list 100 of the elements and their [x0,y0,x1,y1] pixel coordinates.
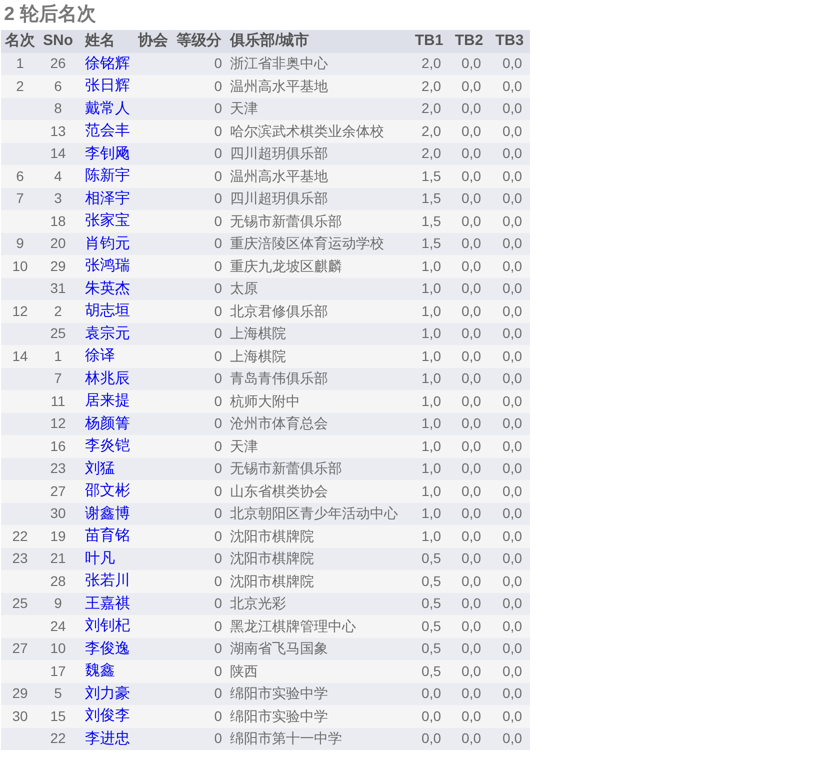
player-link[interactable]: 苗育铭 [85,527,130,544]
table-cell-text: 0,0 [460,302,482,321]
table-cell-text: 0,0 [502,436,523,456]
table-cell-text: 0 [213,706,223,726]
table-cell-text: 沈阳市棋牌院 [229,549,315,568]
player-link[interactable]: 胡志垣 [85,302,130,319]
table-cell-text: 25 [11,594,29,614]
player-link[interactable]: 张若川 [85,572,130,589]
player-link[interactable]: 邵文彬 [85,482,130,499]
player-link[interactable]: 魏鑫 [85,662,115,679]
table-cell-text: 14 [49,144,67,164]
player-link[interactable]: 张鸿瑞 [85,257,130,274]
player-link[interactable]: 刘力豪 [85,684,130,702]
table-cell-text: 0,0 [460,324,482,344]
table-cell-text: 1 [53,346,63,366]
table-cell-text: 0,5 [420,616,442,636]
table-cell-text: 9 [15,234,25,254]
player-link[interactable]: 刘俊李 [85,707,130,724]
table-cell-text: 绵阳市实验中学 [229,684,329,704]
player-link[interactable]: 李俊逸 [85,640,130,656]
table-cell-text: 1,0 [420,414,442,434]
player-link[interactable]: 居来提 [85,392,130,409]
table-cell-text: 0,0 [502,706,523,726]
table-cell-text: 0,0 [460,144,482,164]
table-cell-text: 0,0 [502,572,523,591]
table-cell-text: 0 [213,639,223,658]
player-link[interactable]: 林兆辰 [85,370,130,386]
table-cell-text: 1,0 [420,279,442,298]
table-cell-text: 0,0 [460,504,482,524]
player-link[interactable]: 朱英杰 [85,280,130,296]
player-link[interactable]: 徐铭辉 [85,54,130,72]
table-cell-text: 3 [53,189,63,208]
table-cell-text: 10 [11,256,29,276]
table-cell-text: 25 [49,324,67,344]
player-link[interactable]: 刘猛 [85,460,115,476]
table-cell-text: 天津 [229,436,259,456]
table-cell-text: 0,0 [460,662,482,681]
table-cell-text: 0,0 [460,99,482,118]
player-link[interactable]: 李进忠 [85,730,130,746]
table-cell-text: 0,5 [420,594,442,614]
table-cell-text: 0 [213,54,223,74]
table-cell-text: 0 [213,684,223,704]
table-cell-text: 0 [213,504,223,524]
table-cell-text: 0 [213,234,223,254]
table-cell-text: 30 [49,504,67,524]
table-cell-text: 0,0 [460,212,482,231]
player-link[interactable]: 李炎铠 [85,437,130,454]
player-link[interactable]: 杨颜箐 [85,414,130,432]
player-link[interactable]: 肖钧元 [85,234,130,252]
table-cell-text: 11 [50,392,66,411]
table-cell-text: 12 [49,414,67,434]
table-cell-text: 0,0 [460,616,482,636]
table-cell-text: 0 [213,729,223,748]
player-link[interactable]: 叶凡 [85,550,115,566]
table-cell-text: 13 [49,122,67,141]
player-link[interactable]: 徐译 [85,347,115,364]
table-cell-text: 0,5 [420,549,442,568]
table-cell-text: 青岛青伟俱乐部 [229,369,329,388]
table-cell-text: 沈阳市棋牌院 [229,572,315,591]
player-link[interactable]: 陈新宇 [85,167,130,184]
table-cell-text: 无锡市新蕾俱乐部 [229,459,343,478]
table-cell-text: 杭师大附中 [229,392,301,411]
player-link[interactable]: 张家宝 [85,212,130,229]
table-cell-text: 无锡市新蕾俱乐部 [229,212,343,231]
player-link[interactable]: 戴常人 [85,100,130,116]
table-cell-text: 0,0 [502,54,523,74]
column-header: 协会 [137,31,169,51]
table-cell-text: 绵阳市实验中学 [229,706,329,726]
table-cell-text: 0,0 [502,504,523,524]
table-cell-text: 0,0 [502,684,523,704]
table-cell-text: 北京朝阳区青少年活动中心 [229,504,399,524]
player-link[interactable]: 李钊飏 [85,144,130,162]
table-cell-text: 1,0 [420,436,442,456]
table-cell-text: 0 [213,369,223,388]
table-cell-text: 四川超玥俱乐部 [229,144,329,164]
table-cell-text: 0,0 [502,76,523,96]
table-cell-text: 0 [213,572,223,591]
player-link[interactable]: 谢鑫博 [85,504,130,522]
player-link[interactable]: 刘钊杞 [85,617,130,634]
table-cell-text: 0,0 [460,369,482,388]
table-cell-text: 0,5 [420,572,442,591]
player-link[interactable]: 张日辉 [85,77,130,94]
table-cell-text: 29 [49,256,67,276]
table-cell-text: 31 [49,279,67,298]
table-cell-text: 天津 [229,99,259,118]
table-cell-text: 0 [213,616,223,636]
table-cell-text: 山东省棋类协会 [229,482,329,501]
player-link[interactable]: 王嘉祺 [85,594,130,612]
table-cell-text: 0,5 [420,639,442,658]
table-cell-text: 15 [49,706,67,726]
player-link[interactable]: 相泽宇 [85,190,130,206]
table-cell-text: 22 [49,729,67,748]
player-link[interactable]: 袁宗元 [85,324,130,342]
table-cell-text: 1,0 [420,482,442,501]
table-cell-text: 1,0 [420,302,442,321]
column-header: TB1 [414,31,444,51]
table-cell-text: 1,0 [420,256,442,276]
table-cell-text: 4 [53,166,63,186]
player-link[interactable]: 范会丰 [85,122,130,139]
table-cell-text: 27 [11,639,29,658]
